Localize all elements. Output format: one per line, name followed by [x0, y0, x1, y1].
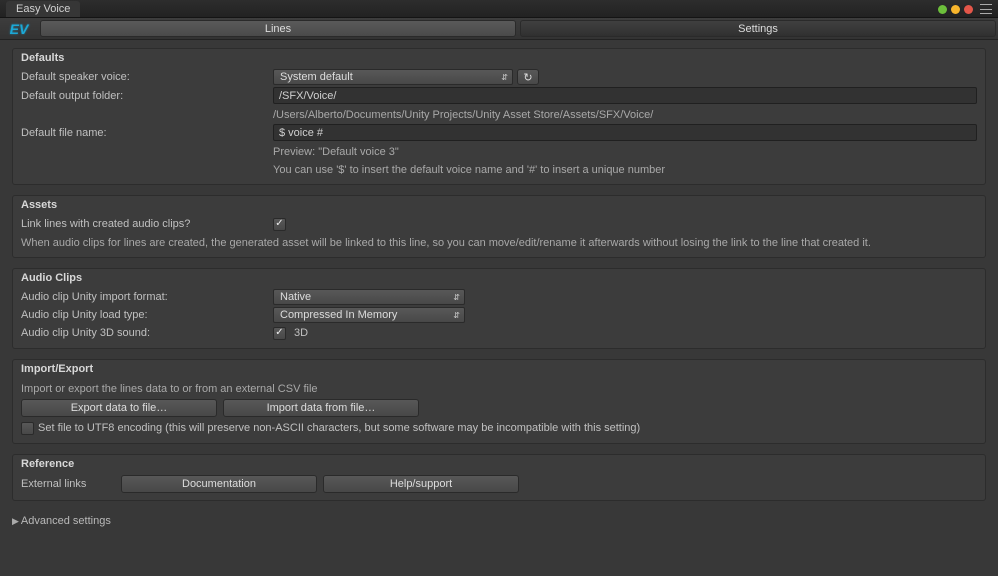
sound3d-label: Audio clip Unity 3D sound: [21, 327, 273, 339]
io-help: Import or export the lines data to or fr… [17, 379, 981, 397]
minimize-icon[interactable] [938, 5, 947, 14]
section-import-export-header: Import/Export [13, 360, 985, 379]
link-lines-checkbox[interactable] [273, 218, 286, 231]
advanced-foldout-label: Advanced settings [21, 515, 111, 527]
default-output-input[interactable] [273, 87, 977, 104]
export-button[interactable]: Export data to file… [21, 399, 217, 417]
maximize-icon[interactable] [951, 5, 960, 14]
section-import-export: Import/Export Import or export the lines… [12, 359, 986, 444]
tab-settings[interactable]: Settings [520, 20, 996, 37]
default-filename-hint: You can use '$' to insert the default vo… [273, 162, 977, 176]
toolbar: EV Lines Settings [0, 18, 998, 40]
section-reference: Reference External links Documentation H… [12, 454, 986, 501]
window-controls [938, 4, 992, 14]
window: Easy Voice EV Lines Settings Defaults De… [0, 0, 998, 576]
link-lines-label: Link lines with created audio clips? [21, 218, 273, 230]
import-format-label: Audio clip Unity import format: [21, 291, 273, 303]
section-defaults-header: Defaults [13, 49, 985, 68]
default-speaker-label: Default speaker voice: [21, 71, 273, 83]
tab-lines[interactable]: Lines [40, 20, 516, 37]
default-filename-input[interactable] [273, 124, 977, 141]
refresh-icon: ↻ [523, 71, 532, 84]
default-output-label: Default output folder: [21, 90, 273, 102]
external-links-label: External links [21, 478, 121, 490]
utf8-checkbox[interactable] [21, 422, 34, 435]
default-speaker-select[interactable]: System default [273, 69, 513, 85]
close-icon[interactable] [964, 5, 973, 14]
section-audioclips: Audio Clips Audio clip Unity import form… [12, 268, 986, 349]
section-assets-header: Assets [13, 196, 985, 215]
refresh-voices-button[interactable]: ↻ [517, 69, 539, 85]
section-reference-header: Reference [13, 455, 985, 474]
window-menu-icon[interactable] [980, 4, 992, 14]
default-filename-preview: Preview: "Default voice 3" [273, 144, 977, 158]
section-defaults: Defaults Default speaker voice: System d… [12, 48, 986, 185]
body: Defaults Default speaker voice: System d… [0, 40, 998, 576]
import-format-select[interactable]: Native [273, 289, 465, 305]
load-type-select[interactable]: Compressed In Memory [273, 307, 465, 323]
main-tabs: Lines Settings [38, 18, 998, 39]
documentation-button[interactable]: Documentation [121, 475, 317, 493]
foldout-arrow-icon: ▶ [12, 516, 19, 527]
default-output-resolved: /Users/Alberto/Documents/Unity Projects/… [273, 107, 977, 121]
sound3d-checkbox[interactable] [273, 327, 286, 340]
window-tab-title[interactable]: Easy Voice [6, 1, 80, 17]
advanced-foldout[interactable]: ▶ Advanced settings [12, 511, 986, 529]
link-lines-help: When audio clips for lines are created, … [17, 233, 981, 251]
help-support-button[interactable]: Help/support [323, 475, 519, 493]
utf8-label: Set file to UTF8 encoding (this will pre… [38, 422, 977, 434]
sound3d-checkbox-label: 3D [294, 327, 308, 339]
default-filename-label: Default file name: [21, 127, 273, 139]
titlebar: Easy Voice [0, 0, 998, 18]
app-logo-icon: EV [0, 18, 38, 39]
section-audioclips-header: Audio Clips [13, 269, 985, 288]
import-button[interactable]: Import data from file… [223, 399, 419, 417]
section-assets: Assets Link lines with created audio cli… [12, 195, 986, 258]
load-type-label: Audio clip Unity load type: [21, 309, 273, 321]
